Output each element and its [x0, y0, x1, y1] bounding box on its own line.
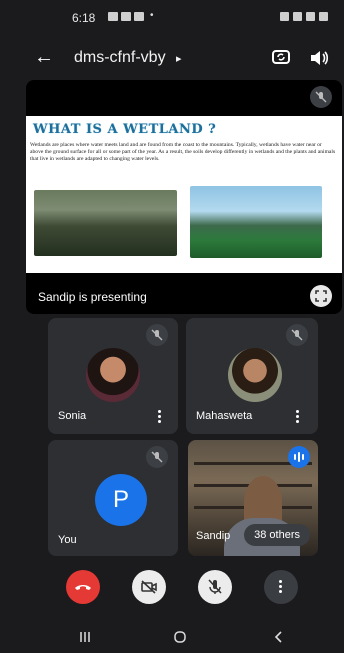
- wifi-icon: [293, 12, 302, 21]
- avatar: [228, 348, 282, 402]
- avatar: [86, 348, 140, 402]
- wetland-photo-right: [190, 186, 322, 258]
- speaker-icon[interactable]: [308, 47, 330, 69]
- battery-icon: [319, 12, 328, 21]
- recents-icon[interactable]: [78, 630, 92, 644]
- presenter-label: Sandip is presenting: [38, 290, 147, 304]
- participant-name: Mahasweta: [196, 410, 253, 422]
- mic-off-icon: [208, 579, 222, 594]
- speaking-indicator-icon: [288, 446, 310, 468]
- more-vertical-icon: [279, 580, 283, 594]
- mic-off-icon: [146, 446, 168, 468]
- shared-slide: WHAT IS A WETLAND ? Wetlands are places …: [26, 116, 342, 273]
- system-nav-bar: [0, 622, 344, 653]
- wetland-photo-left: [34, 190, 177, 256]
- arrow-left-icon[interactable]: ←: [34, 46, 54, 69]
- meeting-code[interactable]: dms-cfnf-vby: [74, 49, 166, 67]
- sync-icon: [134, 12, 144, 21]
- signal-icon: [306, 12, 315, 21]
- message-icon: [108, 12, 118, 21]
- mic-off-icon: [286, 324, 308, 346]
- end-call-button[interactable]: [66, 570, 100, 604]
- status-time: 6:18: [72, 11, 96, 25]
- hang-up-icon: [75, 585, 91, 590]
- system-icons: [280, 12, 328, 21]
- mail-icon: [121, 12, 131, 21]
- slide-title: WHAT IS A WETLAND ?: [33, 122, 217, 137]
- avatar: P: [95, 474, 147, 526]
- switch-camera-icon[interactable]: [270, 46, 292, 68]
- participant-name: You: [58, 534, 77, 546]
- participant-name: Sonia: [58, 410, 87, 422]
- more-vertical-icon[interactable]: [296, 410, 300, 424]
- participant-tile-mahasweta[interactable]: Mahasweta: [186, 318, 318, 434]
- more-vertical-icon[interactable]: [158, 410, 162, 424]
- participant-tile-sonia[interactable]: Sonia: [48, 318, 178, 434]
- meeting-header: ← dms-cfnf-vby ▸: [0, 40, 344, 80]
- notification-icons: [108, 12, 144, 21]
- others-count-badge[interactable]: 38 others: [244, 524, 310, 546]
- mic-off-icon: [310, 86, 332, 108]
- camera-off-icon: [141, 580, 157, 594]
- chevron-right-icon[interactable]: ▸: [176, 52, 182, 65]
- alarm-icon: [280, 12, 289, 21]
- status-indicator: •: [150, 10, 154, 21]
- participant-tile-sandip[interactable]: Sandip 38 others: [188, 440, 318, 556]
- more-options-button[interactable]: [264, 570, 298, 604]
- mic-off-icon: [146, 324, 168, 346]
- home-icon[interactable]: [172, 629, 188, 645]
- presentation-tile[interactable]: WHAT IS A WETLAND ? Wetlands are places …: [26, 80, 342, 314]
- fullscreen-icon[interactable]: [310, 285, 332, 307]
- back-icon[interactable]: [272, 630, 286, 644]
- participant-tile-you[interactable]: P You: [48, 440, 178, 556]
- slide-body: Wetlands are places where water meets la…: [30, 142, 336, 162]
- mic-toggle-button[interactable]: [198, 570, 232, 604]
- camera-toggle-button[interactable]: [132, 570, 166, 604]
- status-bar: 6:18 •: [0, 0, 344, 34]
- participant-name: Sandip: [196, 530, 231, 542]
